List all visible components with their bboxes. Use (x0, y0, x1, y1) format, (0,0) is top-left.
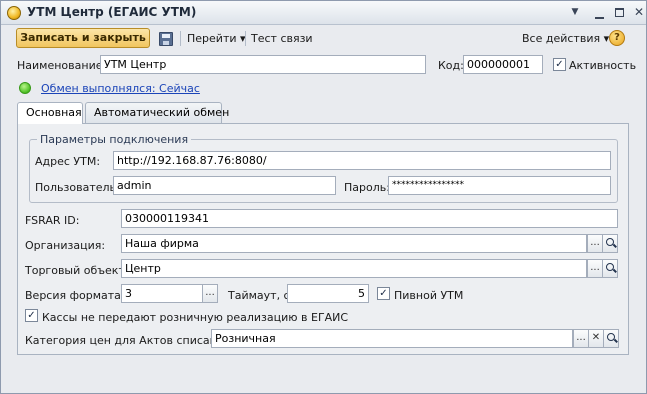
goto-menu[interactable]: Перейти ▾ (187, 32, 246, 45)
beer-utm-label: Пивной УТМ (394, 289, 464, 302)
timeout-field[interactable]: 5 (287, 284, 369, 303)
organization-select-button[interactable]: ... (587, 234, 603, 253)
format-version-label: Версия формата: (25, 289, 125, 302)
test-connection-button[interactable]: Тест связи (251, 32, 313, 45)
user-label: Пользователь: (35, 181, 120, 194)
status-indicator-icon (19, 82, 31, 94)
address-label: Адрес УТМ: (35, 155, 101, 168)
goto-label: Перейти (187, 32, 237, 45)
toolbar-separator (245, 31, 246, 46)
price-category-select-button[interactable]: ... (573, 329, 589, 348)
all-actions-menu[interactable]: Все действия ▾ (522, 32, 609, 45)
format-version-select-button[interactable]: ... (202, 284, 218, 303)
tab-auto-exchange[interactable]: Автоматический обмен (85, 102, 229, 123)
active-checkbox[interactable]: ✓ (553, 58, 566, 71)
window-title: УТМ Центр (ЕГАИС УТМ) (27, 5, 197, 19)
close-button[interactable]: ✕ (630, 4, 647, 21)
price-category-open-button[interactable] (603, 329, 619, 348)
maximize-button[interactable] (610, 4, 628, 21)
minimize-button[interactable] (590, 4, 608, 21)
format-version-field[interactable]: 3 (121, 284, 203, 303)
store-field[interactable]: Центр (121, 259, 587, 278)
store-select-button[interactable]: ... (587, 259, 603, 278)
user-field[interactable]: admin (113, 176, 336, 195)
beer-utm-checkbox[interactable]: ✓ (377, 287, 390, 300)
tab-main[interactable]: Основная (17, 102, 83, 124)
store-label: Торговый объект: (25, 264, 129, 277)
organization-label: Организация: (25, 239, 106, 252)
app-logo-icon (7, 6, 21, 20)
help-icon[interactable]: ? (609, 30, 625, 46)
window-menu-icon[interactable]: ▼ (566, 4, 584, 21)
fsrar-field[interactable]: 030000119341 (121, 209, 618, 228)
app-window: УТМ Центр (ЕГАИС УТМ) ▼ ✕ Записать и зак… (0, 0, 647, 394)
save-icon[interactable] (159, 32, 173, 46)
code-field[interactable]: 000000001 (463, 55, 543, 74)
magnifier-icon (606, 238, 614, 246)
active-label: Активность (569, 59, 637, 72)
magnifier-icon (607, 333, 615, 341)
title-bar: УТМ Центр (ЕГАИС УТМ) ▼ ✕ (1, 1, 646, 25)
price-category-field[interactable]: Розничная (211, 329, 573, 348)
magnifier-icon (606, 263, 614, 271)
minimize-icon (594, 17, 604, 19)
address-field[interactable]: http://192.168.87.76:8080/ (113, 151, 611, 170)
price-category-clear-button[interactable]: ✕ (588, 329, 604, 348)
fsrar-label: FSRAR ID: (25, 214, 80, 227)
store-open-button[interactable] (602, 259, 618, 278)
password-field[interactable]: **************** (388, 176, 611, 195)
cash-registers-label: Кассы не передают розничную реализацию в… (42, 311, 349, 324)
name-label: Наименование: (17, 59, 107, 72)
save-and-close-button[interactable]: Записать и закрыть (16, 28, 150, 48)
toolbar-separator (180, 31, 181, 46)
timeout-label: Таймаут, с: (228, 289, 294, 302)
price-category-label: Категория цен для Актов списания: (25, 334, 235, 347)
toolbar: Записать и закрыть Перейти ▾ Тест связи … (1, 25, 646, 51)
maximize-icon (614, 8, 624, 17)
cash-registers-checkbox[interactable]: ✓ (25, 309, 38, 322)
password-label: Пароль: (344, 181, 390, 194)
exchange-status-link[interactable]: Обмен выполнялся: Сейчас (41, 82, 200, 95)
name-field[interactable]: УТМ Центр (100, 55, 426, 74)
code-label: Код: (438, 59, 464, 72)
organization-field[interactable]: Наша фирма (121, 234, 587, 253)
connection-group-title: Параметры подключения (37, 133, 192, 146)
organization-open-button[interactable] (602, 234, 618, 253)
all-actions-label: Все действия (522, 32, 601, 45)
